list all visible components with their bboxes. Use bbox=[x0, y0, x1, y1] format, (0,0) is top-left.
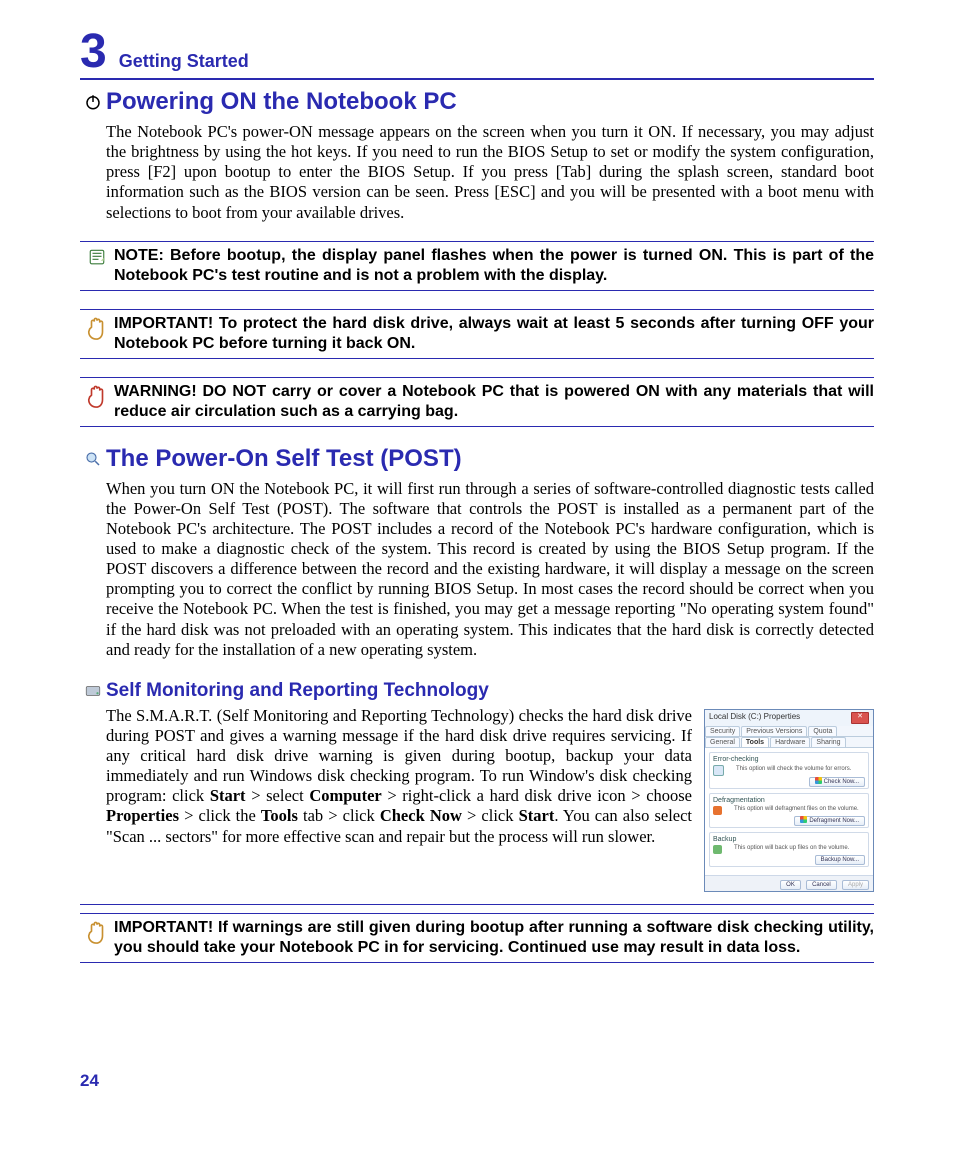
important1-text: IMPORTANT! To protect the hard disk driv… bbox=[114, 314, 874, 354]
chapter-title: Getting Started bbox=[119, 51, 249, 72]
warning-hand-icon bbox=[80, 384, 114, 410]
note-text: NOTE: Before bootup, the display panel f… bbox=[114, 246, 874, 286]
smart-row: The S.M.A.R.T. (Self Monitoring and Repo… bbox=[80, 706, 874, 892]
page-number: 24 bbox=[80, 1071, 99, 1091]
smart-t1: > select bbox=[246, 786, 310, 805]
section-post-header: The Power-On Self Test (POST) bbox=[80, 445, 874, 473]
defrag-icon bbox=[713, 806, 722, 815]
tab-quota[interactable]: Quota bbox=[808, 726, 837, 736]
manual-page: 3 Getting Started Powering ON the Notebo… bbox=[0, 0, 954, 1155]
group-defragmentation: Defragmentation This option will defragm… bbox=[709, 793, 869, 828]
section2-body: When you turn ON the Notebook PC, it wil… bbox=[106, 479, 874, 660]
backup-icon bbox=[713, 845, 722, 854]
group1-desc: This option will check the volume for er… bbox=[736, 766, 851, 772]
smart-t4: tab > click bbox=[298, 806, 380, 825]
dialog-footer: OK Cancel Apply bbox=[705, 875, 873, 891]
group1-title: Error-checking bbox=[713, 756, 865, 763]
tab-security[interactable]: Security bbox=[705, 726, 740, 736]
smart-b4: Tools bbox=[261, 806, 298, 825]
tab-hardware[interactable]: Hardware bbox=[770, 737, 810, 747]
chapter-header: 3 Getting Started bbox=[80, 28, 874, 80]
group3-title: Backup bbox=[713, 836, 865, 843]
dialog-body: Error-checking This option will check th… bbox=[705, 748, 873, 875]
backup-now-button[interactable]: Backup Now... bbox=[815, 855, 865, 865]
apply-button[interactable]: Apply bbox=[842, 880, 869, 890]
power-icon bbox=[80, 93, 106, 111]
group-backup: Backup This option will back up files on… bbox=[709, 832, 869, 867]
smart-b1: Start bbox=[210, 786, 246, 805]
tab-previous-versions[interactable]: Previous Versions bbox=[741, 726, 807, 736]
close-icon[interactable]: ✕ bbox=[851, 712, 869, 724]
group3-desc: This option will back up files on the vo… bbox=[734, 845, 849, 851]
important-callout-2: IMPORTANT! If warnings are still given d… bbox=[80, 913, 874, 963]
defragment-now-button[interactable]: Defragment Now... bbox=[794, 816, 865, 826]
stop-hand-icon bbox=[80, 920, 114, 946]
magnifier-icon bbox=[80, 450, 106, 468]
smart-b2: Computer bbox=[309, 786, 381, 805]
group-error-checking: Error-checking This option will check th… bbox=[709, 752, 869, 789]
section-powering-on-header: Powering ON the Notebook PC bbox=[80, 88, 874, 116]
dialog-title-text: Local Disk (C:) Properties bbox=[709, 712, 800, 724]
separator bbox=[80, 904, 874, 905]
chapter-number: 3 bbox=[80, 28, 107, 76]
smart-body: The S.M.A.R.T. (Self Monitoring and Repo… bbox=[106, 706, 704, 847]
smart-header: Self Monitoring and Reporting Technology bbox=[80, 680, 874, 702]
warning-text: WARNING! DO NOT carry or cover a Noteboo… bbox=[114, 382, 874, 422]
warning-callout: WARNING! DO NOT carry or cover a Noteboo… bbox=[80, 377, 874, 427]
section-title: Powering ON the Notebook PC bbox=[106, 88, 457, 116]
note-icon bbox=[80, 248, 114, 266]
dialog-titlebar: Local Disk (C:) Properties ✕ bbox=[705, 710, 873, 726]
smart-t5: > click bbox=[462, 806, 519, 825]
important2-text: IMPORTANT! If warnings are still given d… bbox=[114, 918, 874, 958]
smart-b5: Check Now bbox=[380, 806, 462, 825]
important-callout-1: IMPORTANT! To protect the hard disk driv… bbox=[80, 309, 874, 359]
drive-icon bbox=[80, 682, 106, 700]
check-disk-icon bbox=[713, 765, 724, 776]
tab-general[interactable]: General bbox=[705, 737, 740, 747]
cancel-button[interactable]: Cancel bbox=[806, 880, 837, 890]
tab-tools[interactable]: Tools bbox=[741, 737, 769, 747]
smart-t2: > right-click a hard disk drive icon > c… bbox=[382, 786, 692, 805]
ok-button[interactable]: OK bbox=[780, 880, 801, 890]
group2-title: Defragmentation bbox=[713, 797, 865, 804]
smart-t3: > click the bbox=[179, 806, 261, 825]
smart-b3: Properties bbox=[106, 806, 179, 825]
section1-body: The Notebook PC's power-ON message appea… bbox=[106, 122, 874, 223]
smart-title: Self Monitoring and Reporting Technology bbox=[106, 680, 489, 702]
stop-hand-icon bbox=[80, 316, 114, 342]
group2-desc: This option will defragment files on the… bbox=[734, 806, 859, 812]
tab-sharing[interactable]: Sharing bbox=[811, 737, 845, 747]
dialog-tabrow-bottom: General Tools Hardware Sharing bbox=[705, 737, 873, 748]
smart-b6: Start bbox=[519, 806, 555, 825]
disk-properties-dialog: Local Disk (C:) Properties ✕ Security Pr… bbox=[704, 709, 874, 892]
check-now-button[interactable]: Check Now... bbox=[809, 777, 865, 787]
note-callout: NOTE: Before bootup, the display panel f… bbox=[80, 241, 874, 291]
dialog-tabrow-top: Security Previous Versions Quota bbox=[705, 726, 873, 737]
section2-title: The Power-On Self Test (POST) bbox=[106, 445, 462, 473]
